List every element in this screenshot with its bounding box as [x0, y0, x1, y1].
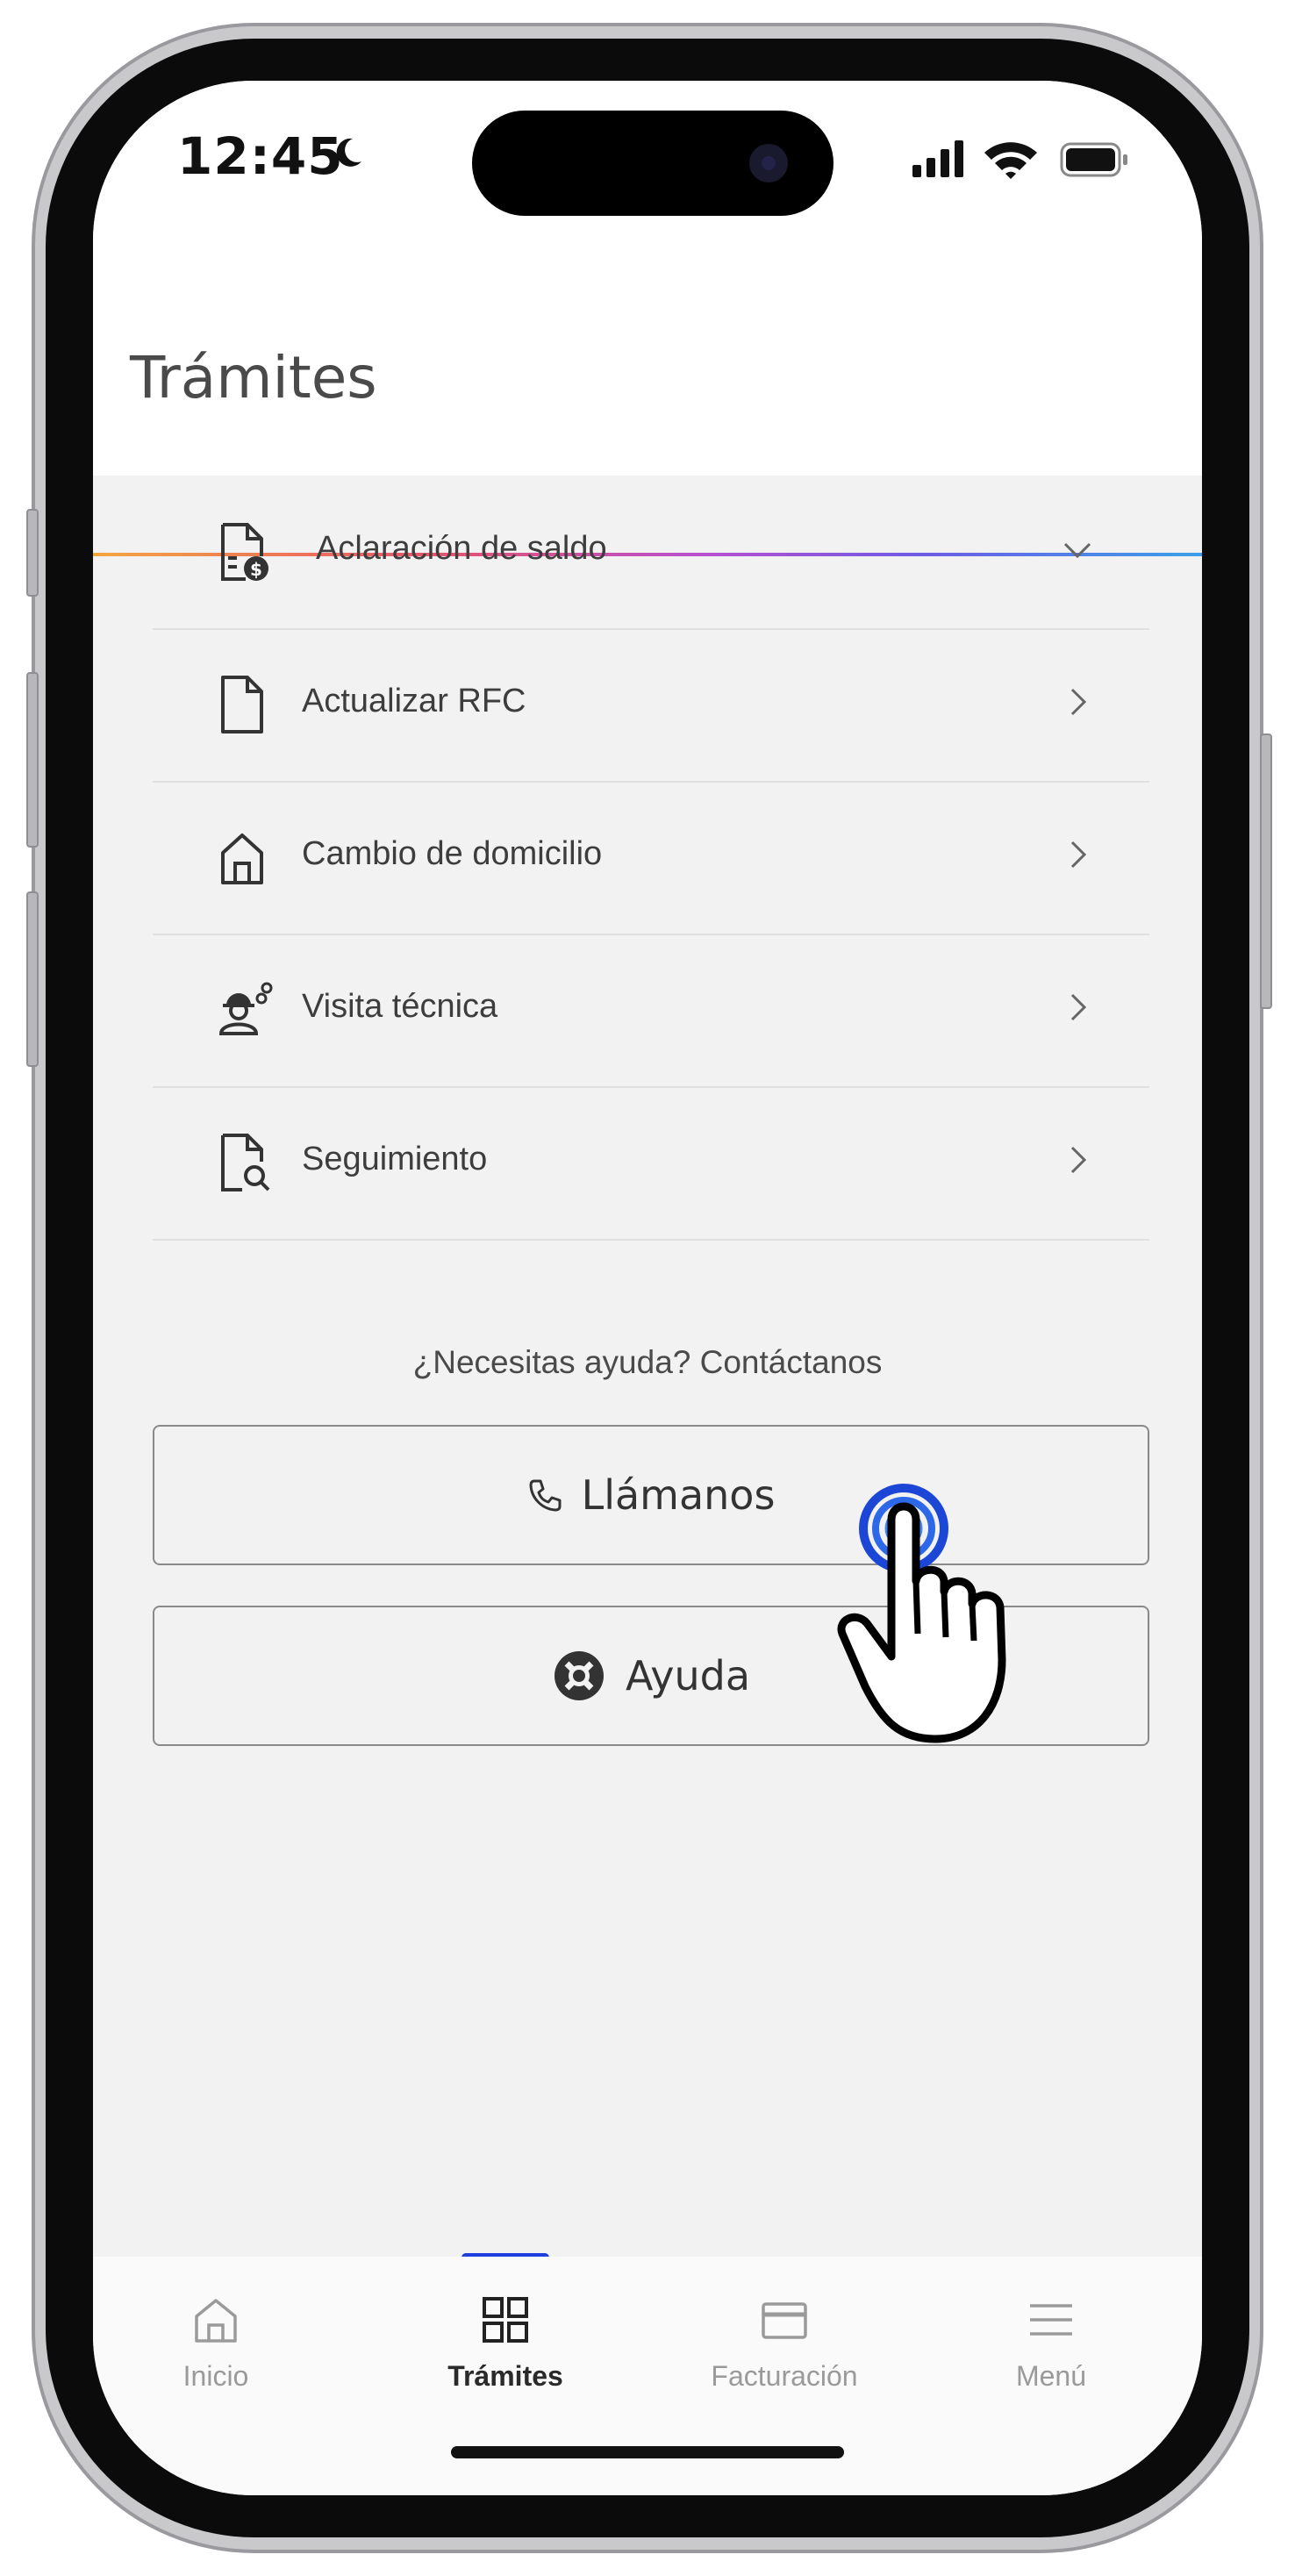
- home-icon: [221, 834, 263, 884]
- phone-icon: [529, 1479, 562, 1512]
- nav-label: Inicio: [182, 2360, 249, 2392]
- home-indicator[interactable]: [451, 2446, 844, 2458]
- list-item-label: Visita técnica: [302, 988, 498, 1025]
- help-button-label: Ayuda: [625, 1652, 751, 1699]
- list-item-label: Cambio de domicilio: [302, 835, 603, 872]
- wifi-icon: [984, 142, 1037, 179]
- side-button-silent: [26, 509, 39, 597]
- page-header: Trámites: [93, 239, 1202, 556]
- technician-icon: [218, 982, 273, 1035]
- nav-label: Trámites: [447, 2360, 563, 2392]
- nav-item-inicio[interactable]: Inicio: [111, 2274, 321, 2415]
- list-item-actualizar-rfc[interactable]: Actualizar RFC: [153, 630, 1149, 783]
- status-time: 12:45: [177, 126, 344, 186]
- nav-label: Menú: [1015, 2360, 1087, 2392]
- list-item-aclaracion-de-saldo[interactable]: $ Aclaración de saldo: [153, 477, 1149, 630]
- svg-text:$: $: [250, 559, 262, 580]
- signal-icon: [912, 140, 963, 177]
- chevron-right-icon: [1070, 993, 1087, 1021]
- bottom-nav: Inicio Trámites Facturación Menú: [93, 2257, 1202, 2495]
- help-prompt: ¿Necesitas ayuda? Contáctanos: [412, 1344, 883, 1380]
- status-bar: 12:45: [93, 81, 1202, 239]
- card-icon: [762, 2302, 807, 2339]
- list-item-cambio-de-domicilio[interactable]: Cambio de domicilio: [153, 783, 1149, 935]
- list-item-seguimiento[interactable]: Seguimiento: [153, 1088, 1149, 1241]
- chevron-right-icon: [1070, 1146, 1087, 1174]
- tap-hand-icon: [837, 1484, 1006, 1743]
- document-search-icon: [221, 1134, 270, 1191]
- grid-icon: [483, 2297, 528, 2343]
- nav-item-tramites[interactable]: Trámites: [400, 2274, 611, 2415]
- moon-icon: [336, 138, 361, 167]
- nav-item-facturacion[interactable]: Facturación: [679, 2274, 890, 2415]
- side-button-volume-up: [26, 672, 39, 848]
- home-icon: [195, 2299, 237, 2343]
- chevron-right-icon: [1070, 841, 1087, 869]
- lifebuoy-icon: [554, 1651, 604, 1700]
- hamburger-icon: [1030, 2304, 1072, 2336]
- tramites-list: $ Aclaración de saldo Actualizar RFC Cam…: [153, 477, 1149, 1241]
- side-button-power: [1260, 733, 1272, 1009]
- camera-icon: [749, 144, 788, 182]
- status-icons: [912, 140, 1127, 179]
- battery-icon: [1060, 142, 1127, 177]
- list-item-label: Aclaración de saldo: [316, 530, 607, 567]
- nav-label: Facturación: [711, 2360, 858, 2392]
- list-item-visita-tecnica[interactable]: Visita técnica: [153, 935, 1149, 1088]
- chevron-right-icon: [1070, 688, 1087, 716]
- document-icon: [221, 676, 263, 733]
- call-button-label: Llámanos: [581, 1471, 776, 1519]
- list-item-label: Seguimiento: [302, 1141, 488, 1177]
- app-screen: 12:45 Trámites $ Aclaración de saldo Act…: [93, 81, 1202, 2495]
- list-item-label: Actualizar RFC: [302, 683, 526, 719]
- invoice-dollar-icon: $: [221, 523, 268, 581]
- page-title: Trámites: [130, 344, 377, 411]
- chevron-down-icon: [1063, 542, 1091, 559]
- nav-item-menu[interactable]: Menú: [946, 2274, 1156, 2415]
- side-button-volume-down: [26, 891, 39, 1067]
